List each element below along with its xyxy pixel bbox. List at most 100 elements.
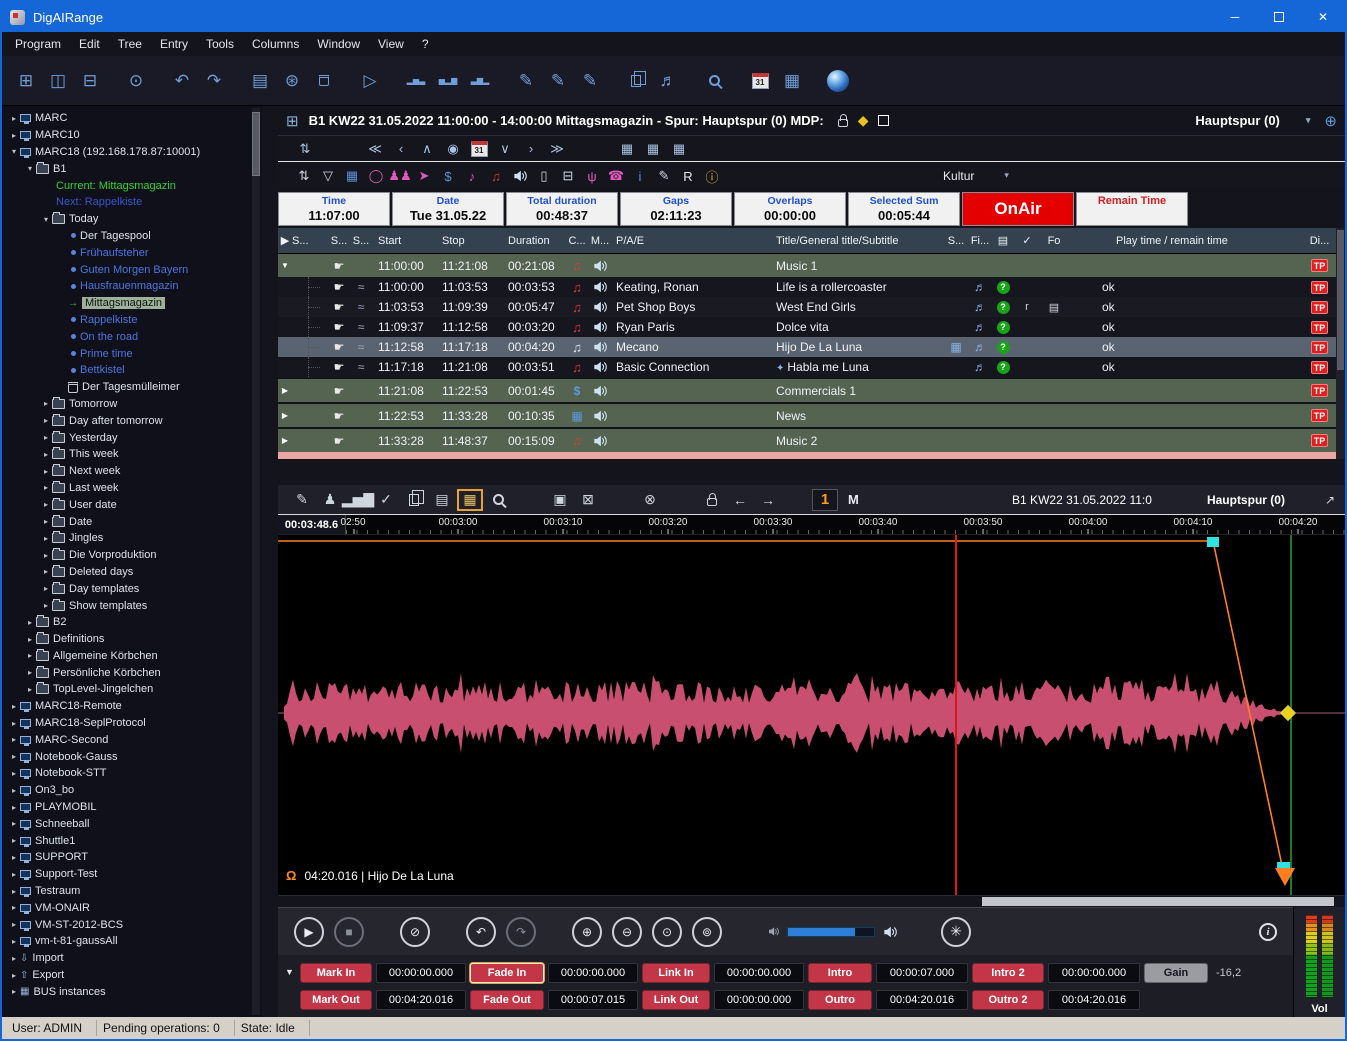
artists-icon[interactable]: ♟♟ [388,165,412,187]
marker-r-icon[interactable]: R [676,165,700,187]
outro-value[interactable]: 00:04:20.016 [876,990,968,1010]
tree-expander-icon[interactable]: ▾ [24,164,36,173]
play-button[interactable]: ▶ [294,917,324,947]
tree-item[interactable]: ▸Yesterday [2,429,250,446]
zoom-all-button[interactable]: ⊚ [692,917,722,947]
tree-item[interactable]: ▸vm-t-81-gaussAll [2,933,250,950]
mark-in-button[interactable]: Mark In [300,963,372,983]
tree-item[interactable]: Current: Mittagsmagazin [2,177,250,194]
undo-edit-button[interactable]: ↶ [466,917,496,947]
fade-in-button[interactable]: Fade In [470,963,544,983]
marker-circle-icon[interactable]: ◯ [364,165,388,187]
header-s4[interactable]: ✓ [1014,234,1040,247]
tree-expander-icon[interactable]: ▸ [40,399,52,408]
calendar-31-icon[interactable]: 31 [744,65,776,97]
tree-item[interactable]: ▸MARC10 [2,127,250,144]
header-dur[interactable]: Duration [502,235,566,247]
intro-2-value[interactable]: 00:00:00.000 [1048,963,1140,983]
group-expander-icon[interactable]: ▼ [281,261,289,270]
tree-item[interactable]: ▸SUPPORT [2,849,250,866]
header-s5[interactable]: Fo [1040,235,1068,247]
minimize-button[interactable]: ─ [1213,2,1257,32]
tree-expander-icon[interactable]: ▸ [8,114,20,123]
tree-item[interactable]: ▸Schneeball [2,815,250,832]
tree-item[interactable]: ▸⇧Export [2,967,250,984]
tree-item[interactable]: ▸This week [2,446,250,463]
crossfade-editor-icon[interactable]: ▦ [456,488,484,512]
info-icon[interactable]: i [1259,923,1277,941]
timeline-ruler[interactable]: 00:03:48.6 02:5000:03:0000:03:1000:03:20… [278,515,1345,535]
calendar-day-icon[interactable]: ⊟ [556,165,580,187]
tree-item[interactable]: Der Tagesmülleimer [2,379,250,396]
delete-icon[interactable] [308,65,340,97]
tree-item[interactable]: Bettkistel [2,362,250,379]
tree-expander-icon[interactable]: ▸ [8,752,20,761]
tree-item[interactable]: ▸Notebook-Gauss [2,748,250,765]
move-up-icon[interactable]: ∧ [414,138,440,160]
play-preview-icon[interactable]: ▷ [354,65,386,97]
tree-item[interactable]: ▸PLAYMOBIL [2,799,250,816]
loop-off-button[interactable]: ⊘ [400,917,430,947]
mode-indicator[interactable]: M [848,492,859,507]
tree-expander-icon[interactable]: ▸ [8,803,20,812]
info-circle-icon[interactable]: ⓘ [700,165,724,187]
tree-expander-icon[interactable]: ▸ [40,467,52,476]
zoom-search-icon[interactable] [484,488,512,512]
edit-pencil-icon[interactable]: ✎ [288,488,316,512]
playlist-item-row[interactable]: ☛≈11:17:1811:21:0800:03:51♫Basic Connect… [278,357,1336,377]
tree-expander-icon[interactable]: ▸ [8,954,20,963]
header-start[interactable]: Start [372,235,436,247]
header-di[interactable]: Di... [1303,235,1336,247]
tree-item[interactable]: ▸Support-Test [2,866,250,883]
tree-item[interactable]: ▸Next week [2,463,250,480]
tree-item[interactable]: ▸TopLevel-Jingelchen [2,681,250,698]
artist-info-icon[interactable]: ♟ [316,488,344,512]
link-in-value[interactable]: 00:00:00.000 [714,963,804,983]
edit-note-icon[interactable]: ✎ [574,65,606,97]
category-dropdown[interactable]: Kultur ▾ [841,165,1111,186]
tree-expander-icon[interactable]: ▸ [8,735,20,744]
group-expander-icon[interactable]: ▶ [282,411,288,420]
menu-item-?[interactable]: ? [413,37,438,51]
tree-item[interactable]: ▸Allgemeine Körbchen [2,648,250,665]
tree-item[interactable]: ▸Day templates [2,580,250,597]
intro-button[interactable]: Intro [808,963,872,983]
add-track-icon[interactable]: ⊕ [1324,112,1337,130]
fade-out-value[interactable]: 00:00:07.015 [548,990,638,1010]
tree-expander-icon[interactable]: ▸ [40,433,52,442]
calendar-icon[interactable]: 31 [466,138,492,160]
sort-icon[interactable]: ⇅ [292,165,316,187]
tree-expander-icon[interactable]: ▸ [8,131,20,140]
playlist-item-row[interactable]: ☛≈11:03:5311:09:3900:05:47♫Pet Shop Boys… [278,297,1336,317]
tree-item[interactable]: ▸User date [2,496,250,513]
playlist-item-row[interactable]: ☛≈11:00:0011:03:5300:03:53♫Keating, Rona… [278,277,1336,297]
header-m[interactable]: M... [588,235,612,247]
speaker-icon[interactable] [508,165,532,187]
duplicate-icon[interactable] [620,65,652,97]
tree-expander-icon[interactable]: ▸ [8,971,20,980]
edit-list-icon[interactable]: ✎ [542,65,574,97]
menu-item-window[interactable]: Window [308,37,369,51]
tree-item[interactable]: ▸Date [2,513,250,530]
tree-item[interactable]: ▸Die Vorproduktion [2,547,250,564]
history-forward-icon[interactable]: → [754,488,782,512]
tree-item[interactable]: ▸⇩Import [2,950,250,967]
goto-end-icon[interactable]: ≫ [544,138,570,160]
search-icon[interactable] [698,65,730,97]
link-mode-icon[interactable]: ⊙ [120,65,152,97]
titlebar[interactable]: DigAIRange ─ ✕ [2,2,1345,32]
sidebar-scrollbar[interactable] [252,108,260,1015]
zoom-selection-button[interactable]: ⊙ [652,917,682,947]
fade-start-handle[interactable] [1207,537,1219,547]
columns-icon[interactable]: ▦ [340,165,364,187]
tree-expander-icon[interactable]: ▸ [8,853,20,862]
intro-value[interactable]: 00:00:07.000 [876,963,968,983]
tree-item[interactable]: Guten Morgen Bayern [2,261,250,278]
tree-expander-icon[interactable]: ▸ [8,937,20,946]
splitter[interactable] [262,106,278,1017]
track-selector[interactable]: Hauptspur (0) ▾ [1195,113,1310,128]
waveform-b-icon[interactable]: ▅▂▆ [432,65,464,97]
header-exp[interactable]: ▶ [278,234,292,247]
tree-expander-icon[interactable]: ▸ [24,685,36,694]
tree-item[interactable]: ▸MARC-Second [2,731,250,748]
